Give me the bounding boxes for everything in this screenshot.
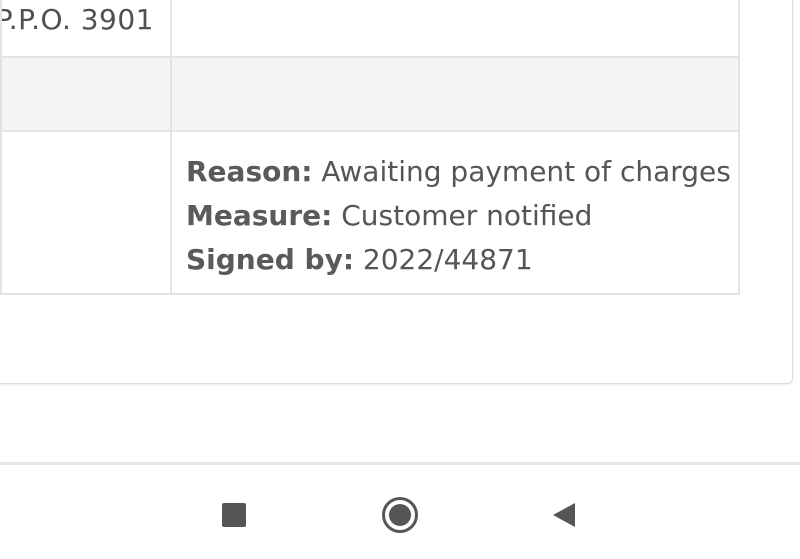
system-navigation-bar — [0, 462, 800, 559]
event-details: Reason: Awaiting payment of charges Meas… — [173, 133, 737, 282]
signed-by-value: 2022/44871 — [362, 243, 533, 277]
back-button[interactable] — [544, 495, 584, 535]
triangle-back-icon — [553, 503, 575, 527]
reason-label: Reason: — [186, 155, 313, 189]
ref-cell — [0, 56, 172, 133]
reason-line: Reason: Awaiting payment of charges — [186, 150, 737, 194]
details-cell — [170, 56, 740, 133]
screen: P.P.O. 3901 Reason: Awaiting payment of … — [0, 0, 800, 559]
signed-by-label: Signed by: — [186, 243, 355, 277]
details-cell — [170, 0, 740, 59]
ref-cell — [0, 130, 172, 295]
details-cell: Reason: Awaiting payment of charges Meas… — [170, 130, 740, 295]
table-row: Reason: Awaiting payment of charges Meas… — [0, 130, 740, 295]
ref-cell: P.P.O. 3901 — [0, 0, 172, 59]
signed-by-line: Signed by: 2022/44871 — [186, 238, 737, 282]
table-row — [0, 56, 740, 133]
recent-apps-button[interactable] — [214, 495, 254, 535]
post-office-ref: P.P.O. 3901 — [1, 3, 154, 36]
tracking-table: P.P.O. 3901 Reason: Awaiting payment of … — [0, 0, 740, 295]
home-button[interactable] — [380, 495, 420, 535]
reason-value: Awaiting payment of charges — [321, 155, 731, 189]
tracking-card: P.P.O. 3901 Reason: Awaiting payment of … — [0, 0, 793, 384]
square-recent-apps-icon — [222, 503, 246, 527]
circle-home-icon — [382, 497, 418, 533]
measure-value: Customer notified — [341, 199, 593, 233]
table-row: P.P.O. 3901 — [0, 0, 740, 59]
measure-line: Measure: Customer notified — [186, 194, 737, 238]
measure-label: Measure: — [186, 199, 333, 233]
